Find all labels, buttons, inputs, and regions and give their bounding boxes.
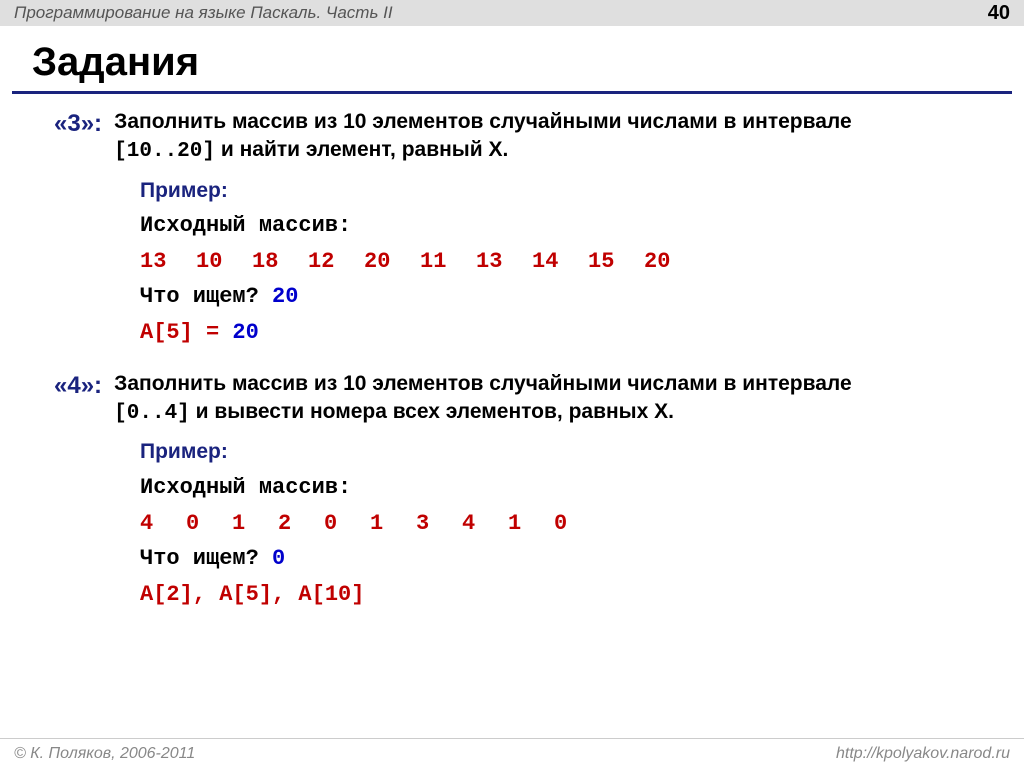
arr-item: 1: [232, 509, 278, 539]
desc-text-post: и вывести номера всех элементов, равных …: [190, 400, 674, 423]
slide-title: Задания: [0, 26, 1024, 91]
arr-item: 1: [370, 509, 416, 539]
arr-item: 1: [508, 509, 554, 539]
arr-item: 15: [588, 247, 644, 277]
arr-item: 10: [196, 247, 252, 277]
source-array-label: Исходный массив:: [140, 211, 984, 241]
prompt-label: Что ищем?: [140, 284, 272, 309]
arr-item: 4: [462, 509, 508, 539]
arr-item: 0: [554, 509, 600, 539]
prompt-value: 0: [272, 546, 285, 571]
arr-item: 13: [476, 247, 532, 277]
desc-text-pre: Заполнить массив из 10 элементов случайн…: [114, 110, 852, 133]
search-prompt: Что ищем? 0: [140, 544, 984, 574]
example-label: Пример:: [140, 438, 984, 466]
source-array: 4012013410: [140, 509, 984, 539]
task-grade: «4»:: [54, 370, 102, 402]
slide-body: «3»: Заполнить массив из 10 элементов сл…: [0, 108, 1024, 610]
arr-item: 4: [140, 509, 186, 539]
arr-item: 0: [186, 509, 232, 539]
result-lhs: A[5] =: [140, 320, 232, 345]
example-label: Пример:: [140, 177, 984, 205]
arr-item: 13: [140, 247, 196, 277]
task-description: Заполнить массив из 10 элементов случайн…: [108, 370, 928, 429]
prompt-label: Что ищем?: [140, 546, 272, 571]
footer-url: http://kpolyakov.narod.ru: [836, 745, 1010, 763]
source-array-label: Исходный массив:: [140, 473, 984, 503]
title-underline: [12, 91, 1012, 94]
search-prompt: Что ищем? 20: [140, 282, 984, 312]
slide-footer: © К. Поляков, 2006-2011 http://kpolyakov…: [0, 738, 1024, 768]
desc-code: [10..20]: [114, 140, 215, 163]
arr-item: 3: [416, 509, 462, 539]
page-number: 40: [988, 2, 1010, 25]
arr-item: 11: [420, 247, 476, 277]
task-4: «4»: Заполнить массив из 10 элементов сл…: [54, 370, 984, 610]
arr-item: 2: [278, 509, 324, 539]
result-line: A[5] = 20: [140, 318, 984, 348]
task-3: «3»: Заполнить массив из 10 элементов сл…: [54, 108, 984, 348]
slide-header: Программирование на языке Паскаль. Часть…: [0, 0, 1024, 26]
copyright: © К. Поляков, 2006-2011: [14, 745, 195, 763]
prompt-value: 20: [272, 284, 298, 309]
arr-item: 20: [644, 247, 700, 277]
result-rhs: 20: [232, 320, 258, 345]
desc-text-pre: Заполнить массив из 10 элементов случайн…: [114, 372, 852, 395]
task-grade: «3»:: [54, 108, 102, 140]
desc-code: [0..4]: [114, 402, 190, 425]
source-array: 13101812201113141520: [140, 247, 984, 277]
arr-item: 0: [324, 509, 370, 539]
desc-text-post: и найти элемент, равный X.: [215, 138, 508, 161]
result-line: A[2], A[5], A[10]: [140, 580, 984, 610]
course-title: Программирование на языке Паскаль. Часть…: [14, 3, 393, 23]
arr-item: 14: [532, 247, 588, 277]
arr-item: 20: [364, 247, 420, 277]
task-description: Заполнить массив из 10 элементов случайн…: [108, 108, 928, 167]
arr-item: 18: [252, 247, 308, 277]
arr-item: 12: [308, 247, 364, 277]
